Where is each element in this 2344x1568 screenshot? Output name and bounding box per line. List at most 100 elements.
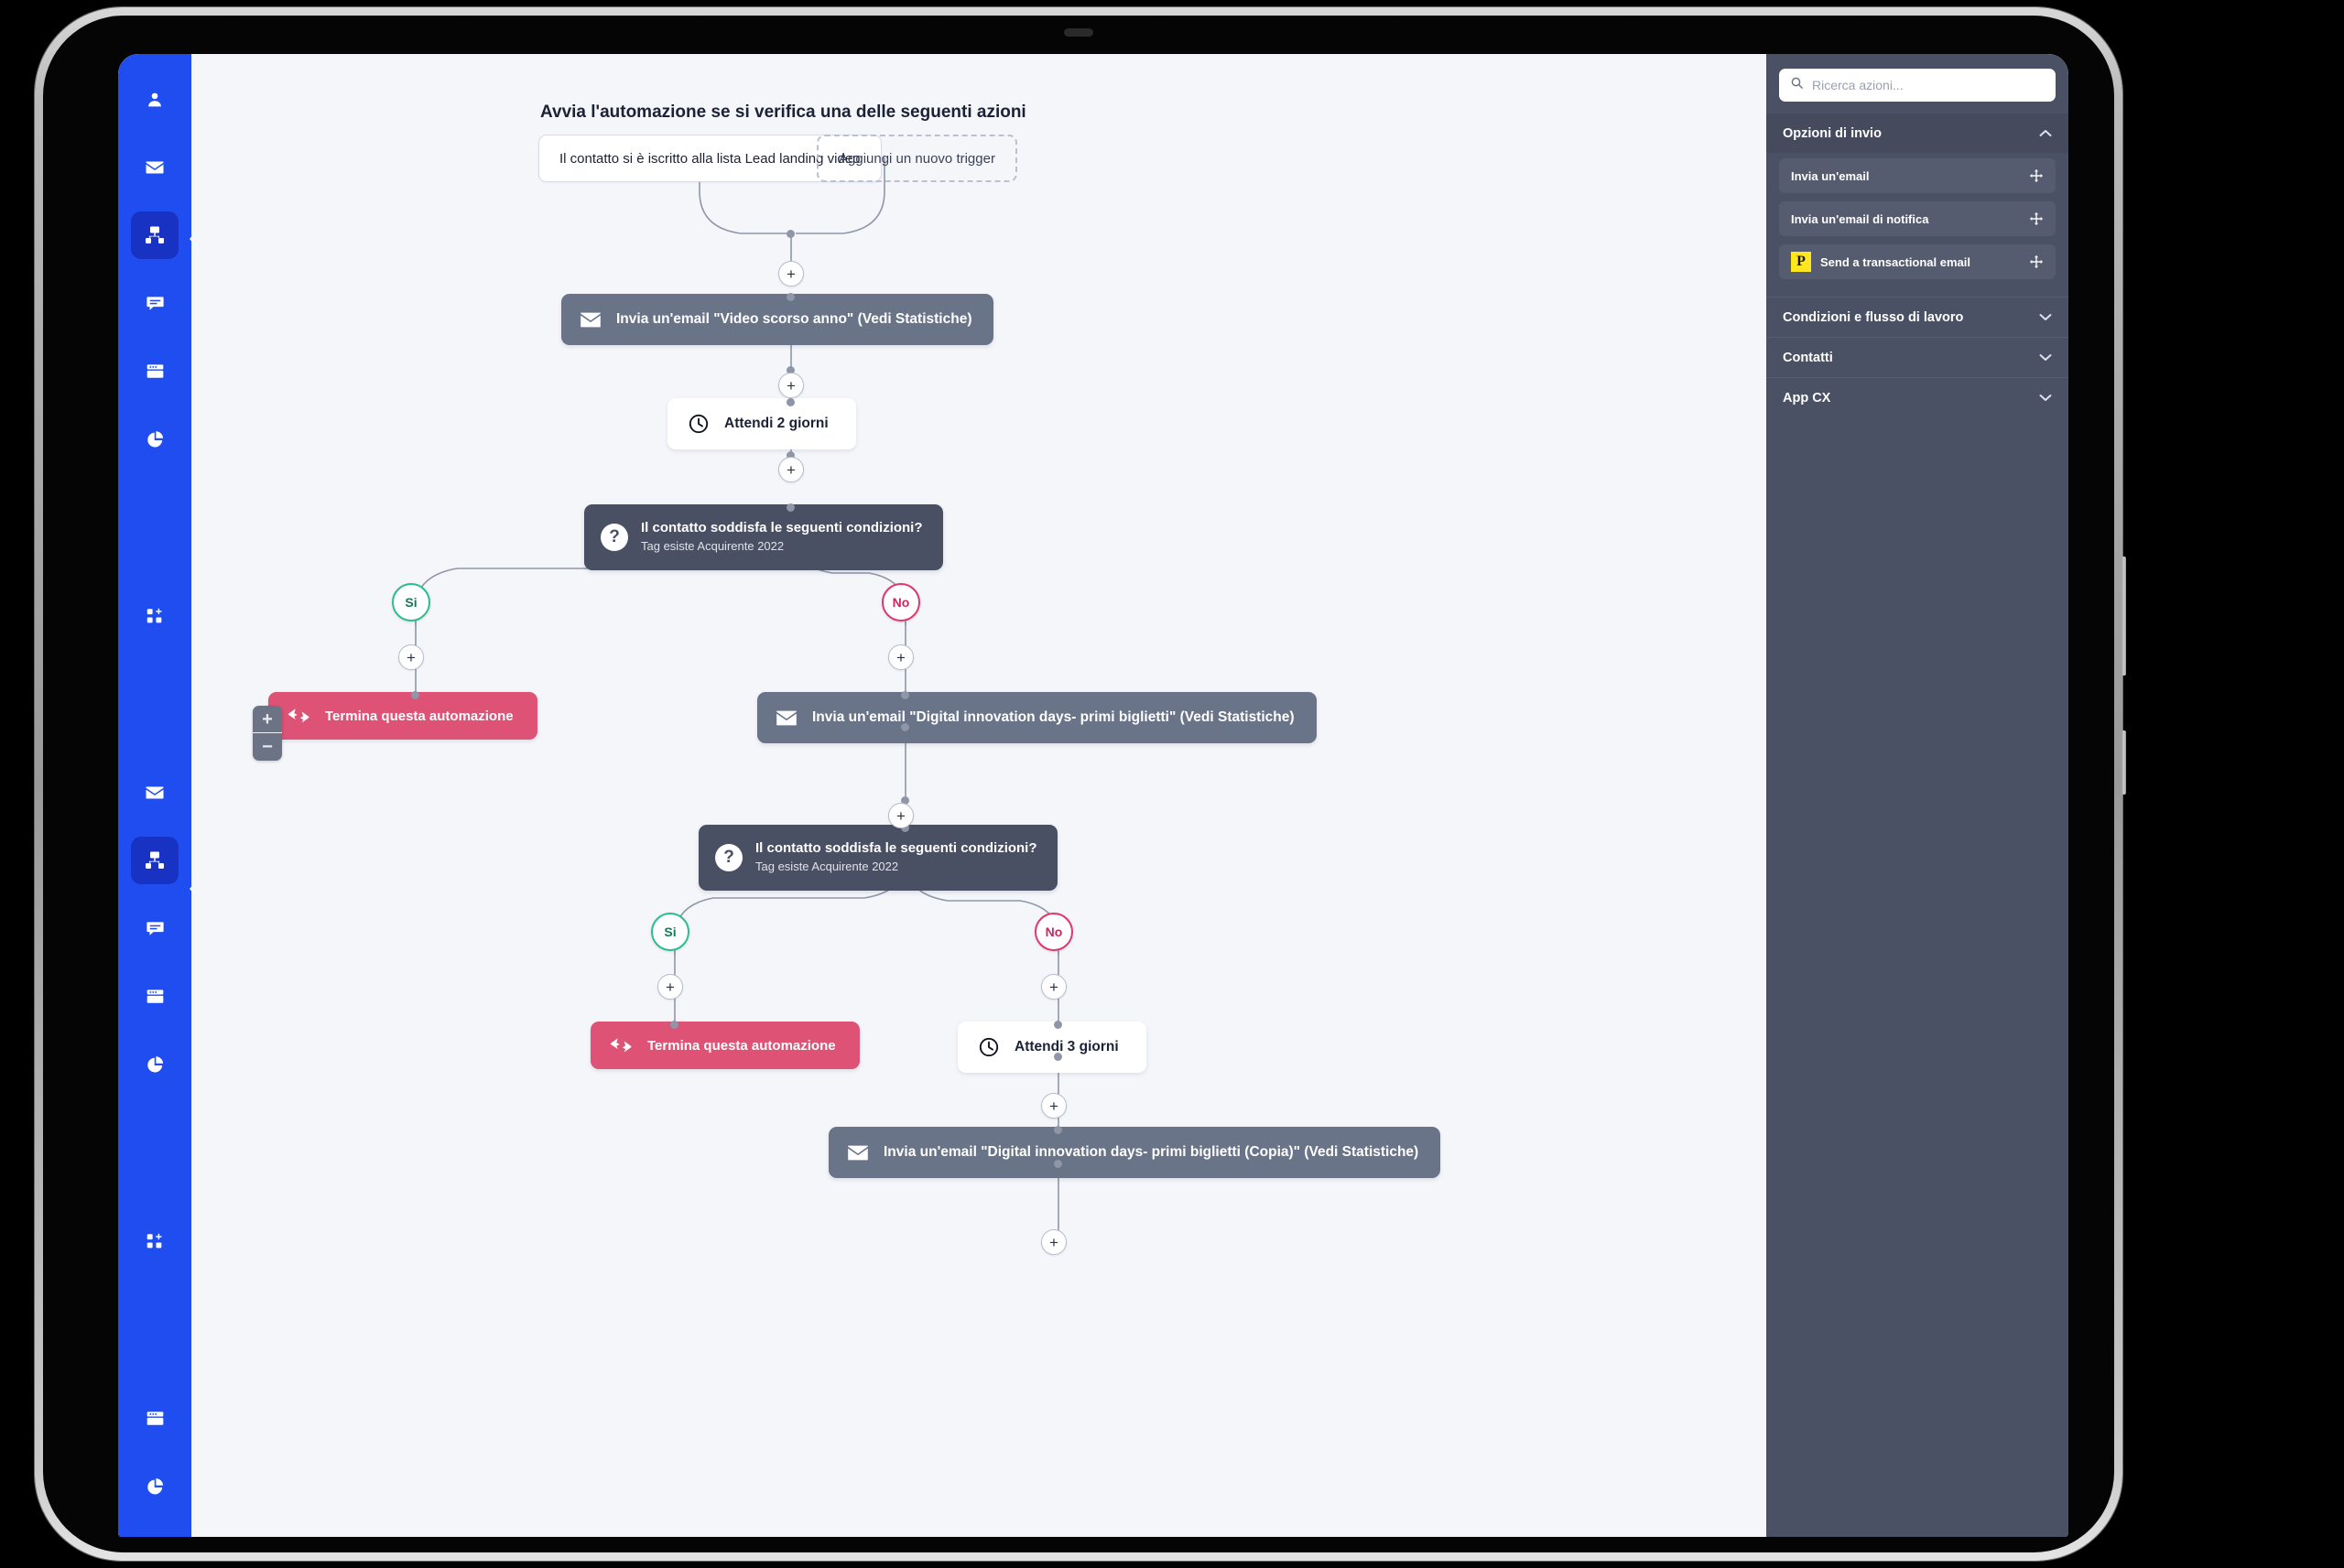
apps-icon[interactable] [131,592,179,640]
end-automation-icon [609,1037,633,1054]
power-button[interactable] [2122,557,2126,676]
condition-node[interactable]: ? Il contatto soddisfa le seguenti condi… [699,825,1058,891]
zoom-in-button[interactable]: + [253,706,282,733]
search-box[interactable] [1779,69,2056,102]
automation-canvas[interactable]: + − Avvia l'automazione se si verifica u… [191,54,1766,1537]
chevron-down-icon [2039,353,2052,362]
clock-icon [688,413,710,435]
email-node-label: Invia un'email "Digital innovation days-… [884,1144,1419,1160]
landing-page-icon[interactable] [131,347,179,395]
action-item-label: Invia un'email di notifica [1791,211,1929,226]
left-navigation-rail [118,54,191,1537]
connector-dot [787,398,795,406]
envelope-icon [847,1144,869,1162]
add-step-button[interactable]: + [888,644,914,670]
device-bezel: + − Avvia l'automazione se si verifica u… [43,16,2114,1552]
action-item-label: Invia un'email [1791,168,1870,183]
automation-icon[interactable] [131,211,179,259]
wait-node-label: Attendi 2 giorni [724,416,829,431]
branch-badge-yes[interactable]: Si [651,913,689,951]
connector-dot [1054,1053,1062,1061]
volume-button[interactable] [2122,730,2126,795]
search-wrapper [1766,54,2068,113]
section-header-contatti[interactable]: Contatti [1766,337,2068,377]
condition-node[interactable]: ? Il contatto soddisfa le seguenti condi… [584,504,943,570]
section-header-condizioni-e-flusso-di-lavoro[interactable]: Condizioni e flusso di lavoro [1766,297,2068,337]
add-trigger-label[interactable]: Aggiungi un nuovo trigger [817,135,1017,182]
connector-dot [901,691,909,699]
connector-dot [787,293,795,301]
add-step-button[interactable]: + [1041,1229,1067,1255]
drag-handle-icon[interactable] [2029,254,2044,269]
connector-dot [901,723,909,731]
section-header-app-cx[interactable]: App CX [1766,377,2068,417]
action-item-invia-un-email[interactable]: Invia un'email [1779,158,2056,193]
landing-page-icon[interactable] [131,972,179,1020]
section-body-opzioni-di-invio: Invia un'email Invia un'email di notific… [1766,153,2068,297]
branch-badge-yes[interactable]: Si [392,583,430,622]
flow-connectors [415,157,1059,1230]
connector-dot [1054,1126,1062,1134]
end-automation-node[interactable]: Termina questa automazione [591,1022,860,1069]
connector-dot [787,230,795,238]
apps-icon[interactable] [131,1217,179,1265]
section-label: App CX [1783,390,1831,406]
action-item-send-a-transactional-email[interactable]: P Send a transactional email [1779,244,2056,279]
section-label: Contatti [1783,350,1833,365]
page-title: Avvia l'automazione se si verifica una d… [540,103,1026,122]
section-header-opzioni-di-invio[interactable]: Opzioni di invio [1766,113,2068,153]
end-automation-node[interactable]: Termina questa automazione [268,692,537,740]
branch-badge-no[interactable]: No [1035,913,1073,951]
add-step-button[interactable]: + [1041,974,1067,1000]
email-node[interactable]: Invia un'email "Video scorso anno" (Vedi… [561,294,994,345]
add-step-button[interactable]: + [398,644,424,670]
email-icon[interactable] [131,144,179,191]
chevron-down-icon [2039,394,2052,402]
chat-icon[interactable] [131,904,179,952]
wait-node[interactable]: Attendi 3 giorni [958,1022,1146,1073]
email-node-label: Invia un'email "Digital innovation days-… [812,709,1295,725]
landing-page-icon[interactable] [131,1394,179,1442]
envelope-icon [580,311,602,329]
add-step-button[interactable]: + [888,803,914,828]
search-input[interactable] [1812,78,2045,92]
chevron-down-icon [2039,313,2052,321]
connector-dot [670,1021,678,1029]
add-step-button[interactable]: + [657,974,683,1000]
email-node[interactable]: Invia un'email "Digital innovation days-… [829,1127,1441,1178]
drag-handle-icon[interactable] [2029,168,2044,183]
action-item-label: Send a transactional email [1820,254,1971,269]
automation-icon[interactable] [131,837,179,884]
connector-dot [1054,1021,1062,1029]
add-step-button[interactable]: + [778,457,804,482]
add-trigger-node[interactable]: Aggiungi un nuovo trigger [817,135,1017,182]
add-step-button[interactable]: + [778,261,804,287]
drag-handle-icon[interactable] [2029,211,2044,226]
email-node-label: Invia un'email "Video scorso anno" (Vedi… [616,311,972,327]
connector-dot [787,503,795,512]
email-icon[interactable] [131,769,179,816]
end-automation-icon [287,708,310,724]
zoom-out-button[interactable]: − [253,733,282,761]
condition-subtitle: Tag esiste Acquirente 2022 [755,859,899,873]
statistics-icon[interactable] [131,1462,179,1509]
statistics-icon[interactable] [131,415,179,462]
wait-node[interactable]: Attendi 2 giorni [667,398,856,449]
chevron-up-icon [2039,129,2052,137]
collapse-rail-arrow-icon[interactable] [190,228,199,250]
collapse-rail-arrow-icon[interactable] [190,878,199,900]
action-item-invia-un-email-di-notifica[interactable]: Invia un'email di notifica [1779,201,2056,236]
question-mark-icon: ? [601,524,628,551]
section-label: Opzioni di invio [1783,125,1882,141]
actions-panel: Opzioni di invio Invia un'email Invia un… [1766,54,2068,1537]
contacts-icon[interactable] [131,76,179,124]
chat-icon[interactable] [131,279,179,327]
front-camera [1064,28,1093,37]
add-step-button[interactable]: + [1041,1093,1067,1119]
email-node[interactable]: Invia un'email "Digital innovation days-… [757,692,1317,743]
branch-badge-no[interactable]: No [882,583,920,622]
search-icon [1790,76,1804,94]
wait-node-label: Attendi 3 giorni [1015,1039,1119,1054]
add-step-button[interactable]: + [778,373,804,398]
statistics-icon[interactable] [131,1040,179,1087]
